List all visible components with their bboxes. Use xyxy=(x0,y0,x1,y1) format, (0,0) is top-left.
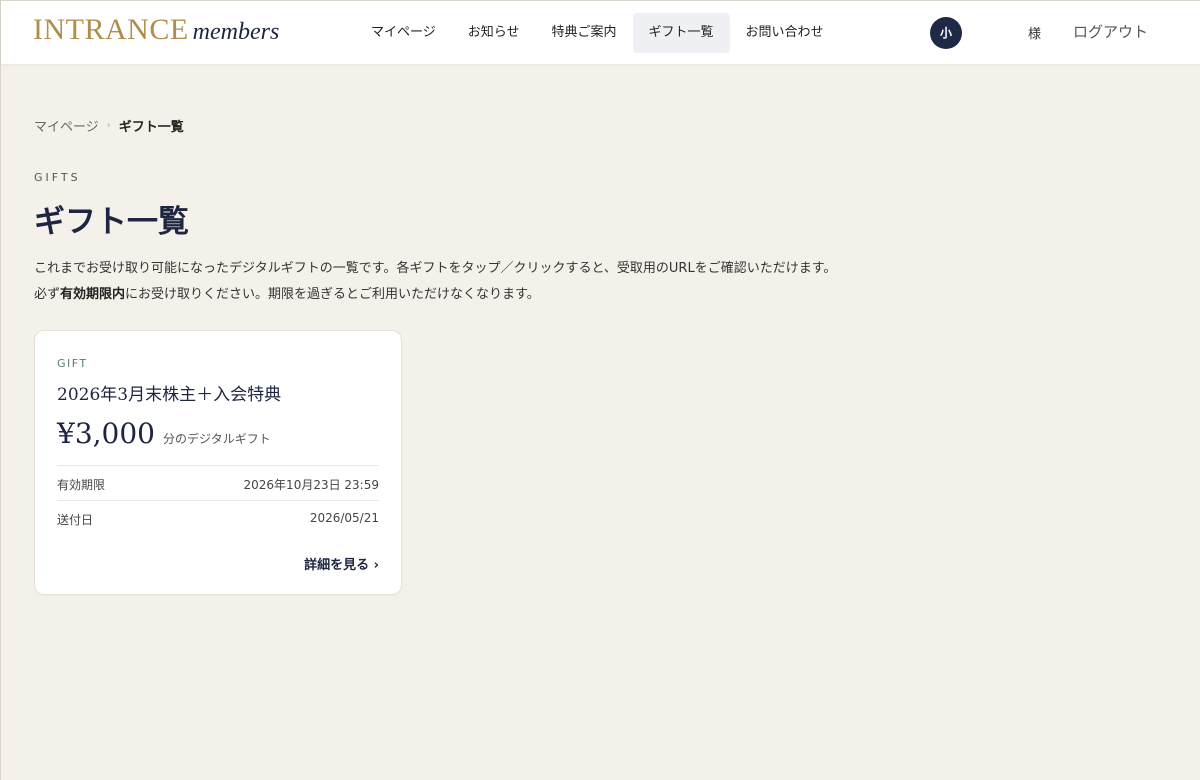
page-eyebrow: GIFTS xyxy=(34,171,81,184)
gift-sent-label: 送付日 xyxy=(57,513,94,527)
gift-expiry-label: 有効期限 xyxy=(57,478,106,492)
breadcrumb-current: ギフト一覧 xyxy=(118,120,184,135)
breadcrumb: マイページ › ギフト一覧 xyxy=(34,116,184,135)
description-line-2: 必ず有効期限内にお受け取りください。期限を過ぎるとご利用いただけなくなります。 xyxy=(34,282,934,308)
breadcrumb-link-mypage[interactable]: マイページ xyxy=(34,116,99,135)
gift-card-amount: ¥3,000 分のデジタルギフト xyxy=(57,417,271,450)
logo-sub-text: members xyxy=(192,19,280,45)
gift-card[interactable]: GIFT 2026年3月末株主＋入会特典 ¥3,000 分のデジタルギフト 有効… xyxy=(34,330,402,595)
logout-button[interactable]: ログアウト xyxy=(1073,21,1148,42)
nav-item-contact[interactable]: お問い合わせ xyxy=(730,13,840,53)
gift-card-title: 2026年3月末株主＋入会特典 xyxy=(57,385,282,405)
description-line-1: これまでお受け取り可能になったデジタルギフトの一覧です。各ギフトをタップ／クリッ… xyxy=(34,261,837,276)
nav-item-benefits[interactable]: 特典ご案内 xyxy=(536,13,633,53)
gift-amount-suffix: 分のデジタルギフト xyxy=(162,432,271,446)
avatar[interactable]: 小 xyxy=(930,17,962,49)
description-emphasis: 有効期限内 xyxy=(60,287,126,302)
site-header: INTRANCE members マイページ お知らせ 特典ご案内 ギフト一覧 … xyxy=(1,0,1200,64)
main-nav: マイページ お知らせ 特典ご案内 ギフト一覧 お問い合わせ xyxy=(355,13,840,53)
description-line-2-prefix: 必ず xyxy=(34,287,61,302)
page-title: ギフト一覧 xyxy=(34,204,189,240)
gift-detail-link[interactable]: 詳細を見る › xyxy=(304,554,379,573)
gift-card-divider xyxy=(57,465,379,466)
user-suffix: 様 xyxy=(1028,27,1042,42)
logo-main-text: INTRANCE xyxy=(33,13,189,46)
gift-sent-value: 2026/05/21 xyxy=(309,511,379,525)
gift-expiry-value: 2026年10月23日 23:59 xyxy=(243,478,379,492)
breadcrumb-separator: › xyxy=(106,120,111,131)
page-description: これまでお受け取り可能になったデジタルギフトの一覧です。各ギフトをタップ／クリッ… xyxy=(34,256,934,308)
gift-card-divider xyxy=(57,500,379,501)
gift-sent-row: 送付日 2026/05/21 xyxy=(57,511,379,528)
description-line-2-suffix: にお受け取りください。期限を過ぎるとご利用いただけなくなります。 xyxy=(125,287,540,302)
logo[interactable]: INTRANCE members xyxy=(33,13,279,53)
nav-item-gifts[interactable]: ギフト一覧 xyxy=(632,13,730,53)
nav-item-news[interactable]: お知らせ xyxy=(452,13,536,53)
gift-amount-value: ¥3,000 xyxy=(57,417,155,450)
gift-expiry-row: 有効期限 2026年10月23日 23:59 xyxy=(57,476,379,493)
gift-card-eyebrow: GIFT xyxy=(57,357,88,370)
nav-item-mypage[interactable]: マイページ xyxy=(355,13,452,53)
